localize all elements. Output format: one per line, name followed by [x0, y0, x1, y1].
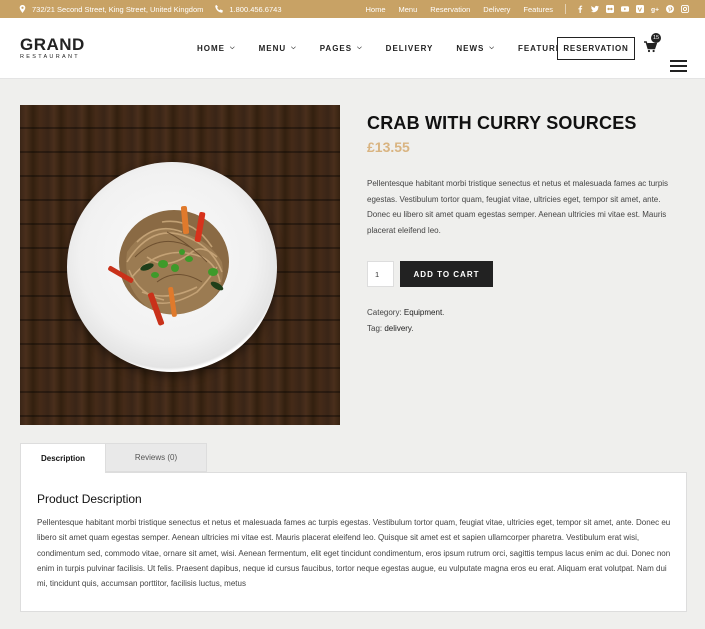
nav-label: NEWS [456, 44, 485, 53]
top-link-features[interactable]: Features [523, 5, 553, 14]
nav-item-pages[interactable]: PAGES ⌵ [320, 44, 363, 53]
pinterest-icon[interactable] [666, 5, 674, 13]
topbar-divider [565, 4, 566, 14]
top-link-home[interactable]: Home [365, 5, 385, 14]
youtube-icon[interactable] [621, 5, 629, 13]
top-link-reservation[interactable]: Reservation [430, 5, 470, 14]
category-link[interactable]: Equipment [404, 308, 442, 317]
product-image[interactable] [20, 105, 340, 425]
nav-item-home[interactable]: HOME ⌵ [197, 44, 236, 53]
site-logo[interactable]: GRAND RESTAURANT [20, 36, 85, 60]
add-to-cart-button[interactable]: ADD TO CART [400, 261, 493, 287]
product-category: Category: Equipment. [367, 308, 445, 317]
map-marker-icon [18, 5, 26, 13]
chevron-down-icon: ⌵ [291, 45, 297, 51]
main-nav: HOME ⌵ MENU ⌵ PAGES ⌵ DELIVERY NEWS ⌵ FE… [197, 18, 602, 79]
tab-reviews[interactable]: Reviews (0) [105, 443, 207, 472]
address-text: 732/21 Second Street, King Street, Unite… [32, 4, 204, 14]
phone-icon [215, 5, 224, 13]
nav-label: DELIVERY [385, 44, 434, 53]
nav-item-delivery[interactable]: DELIVERY [386, 44, 434, 53]
top-info-bar: 732/21 Second Street, King Street, Unite… [0, 0, 705, 18]
top-link-delivery[interactable]: Delivery [483, 5, 510, 14]
chevron-down-icon: ⌵ [357, 45, 363, 51]
category-label: Category: [367, 308, 402, 317]
phone-text: 1.800.456.6743 [229, 4, 282, 14]
nav-label: PAGES [319, 44, 353, 53]
instagram-icon[interactable] [680, 4, 690, 14]
chevron-down-icon: ⌵ [489, 45, 495, 51]
cart-count-badge: 15 [651, 33, 661, 43]
nav-item-menu[interactable]: MENU ⌵ [259, 44, 297, 53]
twitter-icon[interactable] [591, 5, 599, 13]
panel-body: Pellentesque habitant morbi tristique se… [37, 518, 671, 589]
description-panel: Product Description Pellentesque habitan… [20, 472, 687, 612]
flickr-icon[interactable] [606, 5, 614, 13]
top-link-menu[interactable]: Menu [399, 5, 418, 14]
product-tags: Tag: delivery. [367, 324, 414, 333]
tag-label: Tag: [367, 324, 383, 333]
panel-title: Product Description [37, 492, 142, 506]
quantity-input[interactable]: 1 [367, 261, 394, 287]
tab-description[interactable]: Description [20, 443, 106, 473]
nav-label: HOME [197, 44, 225, 53]
product-short-description: Pellentesque habitant morbi tristique se… [367, 179, 669, 235]
logo-main-text: GRAND [20, 35, 85, 54]
vimeo-icon[interactable] [636, 5, 644, 13]
hamburger-menu-icon[interactable] [670, 60, 687, 75]
nav-item-news[interactable]: NEWS ⌵ [456, 44, 495, 53]
tag-link[interactable]: delivery [384, 324, 411, 333]
product-title: CRAB WITH CURRY SOURCES [367, 113, 637, 133]
product-price: £13.55 [367, 139, 410, 155]
nav-label: MENU [258, 44, 287, 53]
noodle-dish-image [108, 205, 229, 326]
google-plus-icon[interactable]: g+ [651, 5, 659, 14]
reservation-button[interactable]: RESERVATION [557, 37, 635, 60]
facebook-icon[interactable] [576, 5, 584, 13]
main-header: GRAND RESTAURANT HOME ⌵ MENU ⌵ PAGES ⌵ D… [0, 18, 705, 79]
svg-text:g+: g+ [651, 7, 659, 13]
logo-sub-text: RESTAURANT [20, 54, 80, 60]
chevron-down-icon: ⌵ [230, 45, 236, 51]
plate [67, 162, 277, 372]
